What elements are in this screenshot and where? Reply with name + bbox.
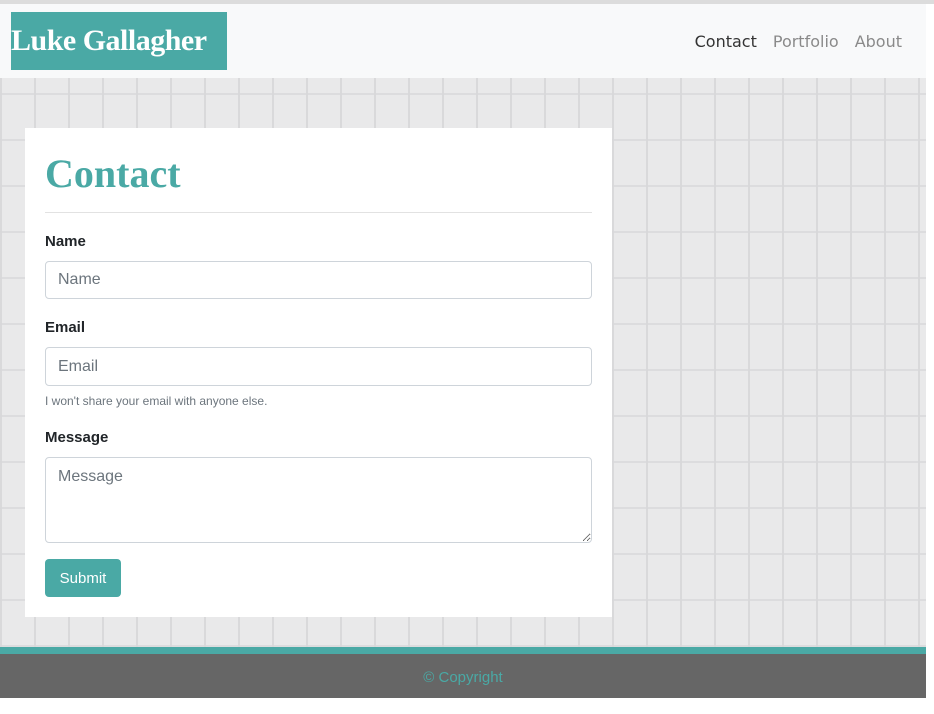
email-label: Email [45,319,86,336]
nav-link-portfolio[interactable]: Portfolio [773,32,839,51]
nav-link-contact[interactable]: Contact [695,32,757,51]
title-divider [45,212,592,213]
email-input[interactable] [45,347,592,386]
navbar: Luke Gallagher Contact Portfolio About [0,4,926,78]
message-textarea[interactable] [45,457,592,543]
message-label: Message [45,429,109,446]
footer-accent-bar [0,647,926,654]
nav-links: Contact Portfolio About [695,32,902,51]
brand-logo[interactable]: Luke Gallagher [11,12,227,70]
nav-link-about[interactable]: About [855,32,902,51]
email-help-text: I won't share your email with anyone els… [45,394,268,408]
name-label: Name [45,233,86,250]
contact-card: Contact Name Email I won't share your em… [25,128,612,617]
copyright-text: © Copyright [423,669,503,686]
page-title: Contact [45,151,181,196]
name-input[interactable] [45,261,592,299]
submit-button[interactable]: Submit [45,559,121,597]
footer: © Copyright [0,654,926,698]
